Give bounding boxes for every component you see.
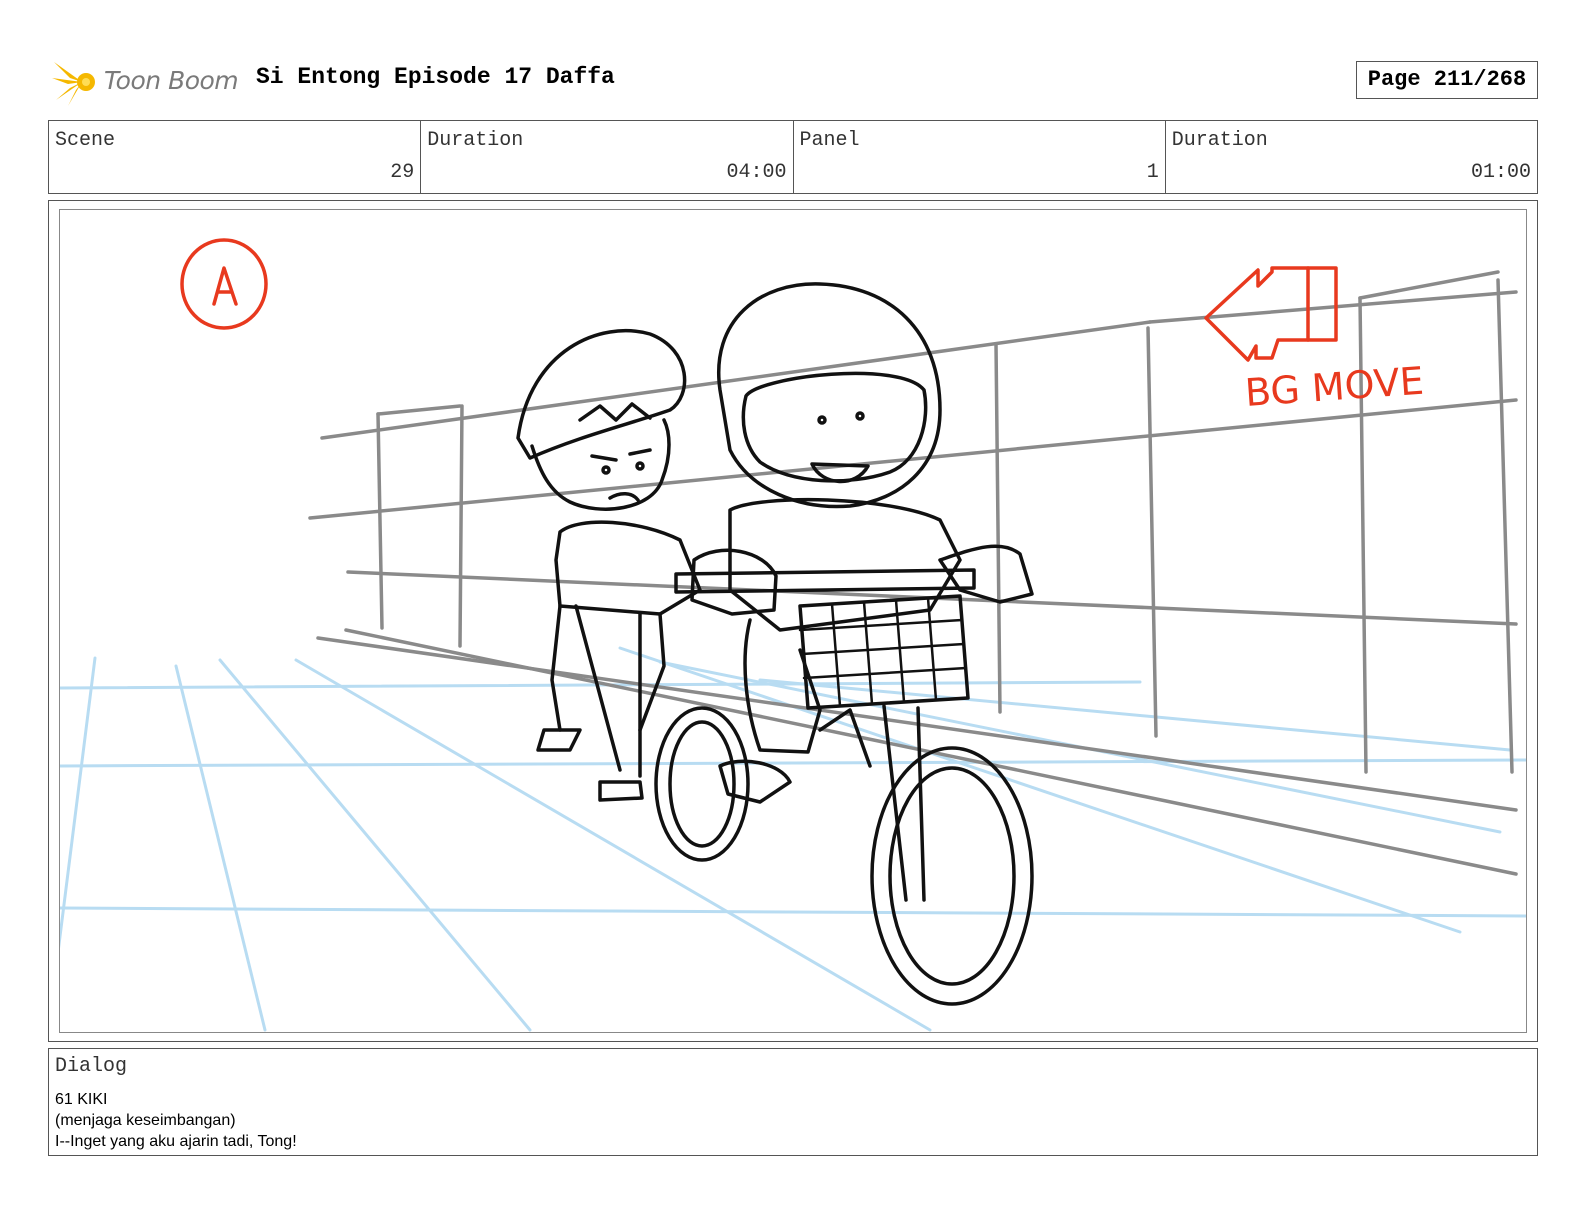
toon-boom-logo: Toon Boom xyxy=(52,56,240,108)
document-title: Si Entong Episode 17 Daffa xyxy=(256,64,615,90)
characters-and-bicycle xyxy=(516,282,1034,1006)
scene-cell: Scene 29 xyxy=(49,121,422,193)
dialog-box: Dialog 61 KIKI (menjaga keseimbangan) I-… xyxy=(48,1048,1538,1156)
panel-cell: Panel 1 xyxy=(794,121,1166,193)
panel-duration-label: Duration xyxy=(1171,129,1268,152)
left-arrow-icon xyxy=(1204,266,1338,362)
dialog-character: 61 KIKI xyxy=(55,1091,108,1108)
storyboard-panel: BG MOVE xyxy=(48,200,1538,1042)
page-indicator: Page 211/268 xyxy=(1356,61,1538,99)
panel-duration-value: 01:00 xyxy=(1470,161,1531,184)
logo-text: Toon Boom xyxy=(104,66,239,95)
scene-label: Scene xyxy=(55,129,116,152)
info-row: Scene 29 Duration 04:00 Panel 1 Duration… xyxy=(48,120,1538,194)
marker-circle xyxy=(180,238,268,330)
storyboard-sketch: BG MOVE xyxy=(60,238,1526,1032)
dialog-line: I--Inget yang aku ajarin tadi, Tong! xyxy=(55,1133,297,1150)
dialog-direction: (menjaga keseimbangan) xyxy=(55,1112,236,1129)
dialog-text: 61 KIKI (menjaga keseimbangan) I--Inget … xyxy=(55,1089,297,1152)
panel-label: Panel xyxy=(799,129,860,152)
panel-duration-cell: Duration 01:00 xyxy=(1166,121,1537,193)
scene-value: 29 xyxy=(390,161,415,184)
panel-drawing-area: BG MOVE xyxy=(59,209,1527,1033)
scene-duration-value: 04:00 xyxy=(726,161,787,184)
dialog-label: Dialog xyxy=(55,1055,128,1078)
bg-move-note: BG MOVE xyxy=(1244,359,1426,415)
background-wall xyxy=(308,270,1518,876)
panel-value: 1 xyxy=(1146,161,1159,184)
toon-boom-logo-icon xyxy=(52,58,95,106)
scene-duration-cell: Duration 04:00 xyxy=(421,121,794,193)
scene-duration-label: Duration xyxy=(427,129,524,152)
